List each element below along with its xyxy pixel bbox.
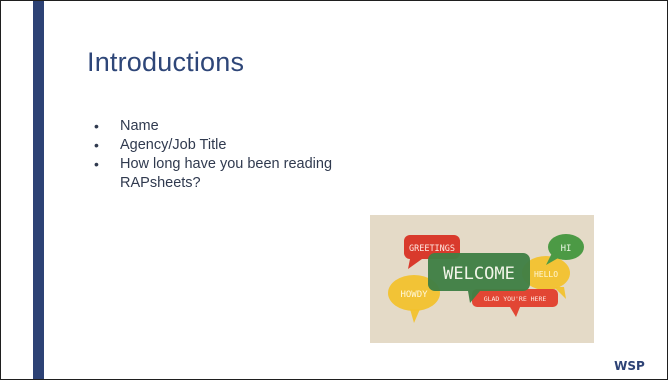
greetings-text: GREETINGS (409, 244, 455, 254)
wsp-logo-mark: WSP (614, 359, 645, 373)
wsp-logo-text: WSP (614, 359, 645, 372)
bullet-dot: • (94, 156, 99, 172)
bullet-item: • Name (93, 117, 393, 136)
speech-bubbles-illustration: HOWDY HELLO GREETINGS HI GLAD YOU'RE HER… (370, 215, 594, 343)
bullet-dot: • (94, 118, 99, 134)
bullet-dot: • (94, 137, 99, 153)
accent-bar (33, 1, 44, 379)
welcome-speech-bubbles-image: HOWDY HELLO GREETINGS HI GLAD YOU'RE HER… (370, 215, 594, 343)
glad-text: GLAD YOU'RE HERE (484, 295, 547, 303)
bullet-text: How long have you been reading RAPsheets… (120, 156, 333, 191)
howdy-text: HOWDY (400, 290, 428, 300)
bullet-list: • Name • Agency/Job Title • How long hav… (93, 117, 393, 193)
bullet-text: Name (120, 118, 159, 134)
hello-text: HELLO (534, 270, 558, 279)
slide: Introductions • Name • Agency/Job Title … (0, 0, 668, 380)
hi-text: HI (561, 244, 572, 254)
bullet-item: • How long have you been reading RAPshee… (93, 155, 393, 193)
slide-title: Introductions (87, 47, 245, 77)
welcome-text: WELCOME (443, 264, 515, 284)
bullet-text: Agency/Job Title (120, 137, 227, 153)
wsp-logo: WSP (614, 358, 645, 373)
bullet-item: • Agency/Job Title (93, 136, 393, 155)
